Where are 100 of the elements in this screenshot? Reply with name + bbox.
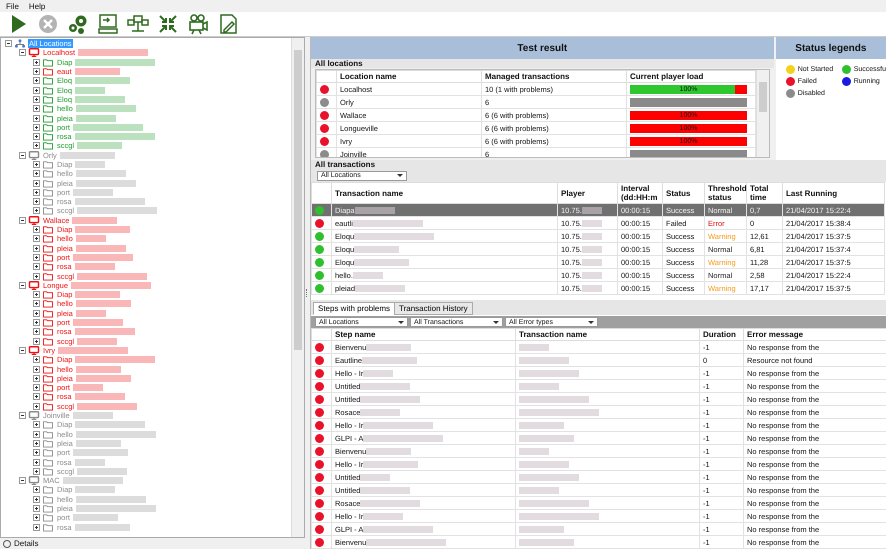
redacted-text — [519, 357, 569, 364]
scrollbar[interactable] — [291, 38, 304, 537]
expander-icon[interactable] — [33, 105, 40, 112]
redacted-text — [74, 68, 120, 76]
redacted-text — [72, 384, 103, 392]
expander-icon[interactable] — [33, 114, 40, 122]
redacted-text — [58, 346, 128, 354]
redacted-text — [72, 319, 123, 326]
camera-button[interactable] — [186, 12, 210, 36]
expander-icon[interactable] — [33, 504, 40, 512]
expander-icon[interactable] — [33, 77, 40, 84]
column-header[interactable]: Location name — [336, 70, 482, 82]
folder-icon — [42, 336, 54, 346]
expander-icon[interactable] — [33, 161, 40, 168]
redacted-text — [74, 198, 145, 206]
redacted-text — [519, 539, 574, 546]
expander-icon[interactable] — [33, 319, 40, 326]
folder-icon — [42, 420, 54, 430]
expander-icon[interactable] — [33, 384, 40, 392]
expander-icon[interactable] — [33, 133, 40, 140]
expander-icon[interactable] — [19, 49, 26, 56]
expander-icon[interactable] — [33, 244, 40, 252]
expander-icon[interactable] — [33, 328, 40, 336]
expander-icon[interactable] — [33, 356, 40, 364]
redacted-text — [76, 170, 126, 178]
expander-icon[interactable] — [19, 346, 26, 354]
expander-icon[interactable] — [33, 486, 40, 494]
expander-icon[interactable] — [33, 58, 40, 66]
column-header[interactable]: Error message — [744, 328, 886, 340]
column-header[interactable]: Transaction name — [332, 182, 558, 204]
expander-icon[interactable] — [33, 272, 40, 280]
redacted-text — [72, 449, 128, 456]
expander-icon[interactable] — [19, 152, 26, 159]
folder-icon — [42, 114, 54, 123]
expander-icon[interactable] — [33, 124, 40, 131]
expander-icon[interactable] — [33, 68, 40, 76]
redacted-text — [519, 461, 569, 468]
expander-icon[interactable] — [33, 366, 40, 373]
expander-icon[interactable] — [33, 449, 40, 456]
monitor-icon — [28, 216, 40, 225]
expander-icon[interactable] — [33, 402, 40, 410]
expander-icon[interactable] — [33, 300, 40, 308]
redacted-text — [352, 272, 383, 278]
scrollbar[interactable] — [756, 70, 769, 157]
expander-icon[interactable] — [33, 188, 40, 196]
column-header[interactable]: Managed transactions — [482, 70, 626, 82]
expander-icon[interactable] — [19, 477, 26, 484]
folder-icon — [42, 262, 54, 272]
expander-icon[interactable] — [33, 374, 40, 382]
column-header[interactable]: Transaction name — [516, 328, 700, 340]
expander-icon[interactable] — [19, 412, 26, 420]
expander-icon[interactable] — [33, 291, 40, 298]
redacted-text — [360, 486, 410, 494]
menu-item[interactable]: File — [6, 2, 19, 10]
expander-icon[interactable] — [33, 142, 40, 150]
folder-icon — [42, 402, 54, 411]
expander-icon[interactable] — [33, 514, 40, 522]
tab[interactable]: Transaction History — [394, 302, 473, 315]
expander-icon[interactable] — [33, 458, 40, 466]
redacted-text — [582, 232, 602, 240]
redacted-text — [360, 500, 420, 506]
details-label[interactable]: Details — [14, 539, 38, 548]
expander-icon[interactable] — [19, 216, 26, 224]
expander-icon[interactable] — [33, 524, 40, 531]
column-header[interactable]: Current player load — [626, 70, 756, 82]
expander-icon[interactable] — [33, 421, 40, 428]
expander-icon[interactable] — [33, 170, 40, 178]
expander-icon[interactable] — [33, 96, 40, 103]
menu-item[interactable]: Help — [28, 2, 46, 10]
redacted-text — [519, 396, 589, 404]
redacted-text — [582, 246, 602, 252]
expander-icon[interactable] — [33, 180, 40, 187]
expander-icon[interactable] — [33, 430, 40, 438]
column-header[interactable]: Step name — [332, 328, 516, 340]
expander-icon[interactable] — [33, 310, 40, 317]
column-header[interactable]: Duration — [700, 328, 744, 340]
expander-icon[interactable] — [33, 207, 40, 214]
expander-icon[interactable] — [33, 468, 40, 475]
expander-icon[interactable] — [33, 254, 40, 261]
expander-icon[interactable] — [19, 282, 26, 289]
redacted-text — [582, 272, 602, 278]
console-button[interactable] — [96, 12, 120, 36]
network-icon — [14, 39, 26, 48]
expander-icon[interactable] — [33, 496, 40, 503]
redacted-text — [77, 142, 122, 150]
expander-icon[interactable] — [5, 40, 12, 48]
column-header[interactable]: Last Running — [782, 182, 884, 204]
expander-icon[interactable] — [33, 263, 40, 270]
expander-icon[interactable] — [33, 235, 40, 242]
caret-icon — [397, 174, 403, 177]
expander-icon[interactable] — [33, 440, 40, 447]
expander-icon[interactable] — [33, 198, 40, 206]
expander-icon[interactable] — [33, 226, 40, 234]
folder-icon — [42, 438, 54, 448]
expander-icon[interactable] — [33, 338, 40, 345]
redacted-text — [352, 220, 423, 226]
expander-icon[interactable] — [33, 86, 40, 94]
tab[interactable]: Steps with problems — [313, 302, 396, 315]
monitor-icon — [28, 280, 40, 290]
expander-icon[interactable] — [33, 393, 40, 400]
